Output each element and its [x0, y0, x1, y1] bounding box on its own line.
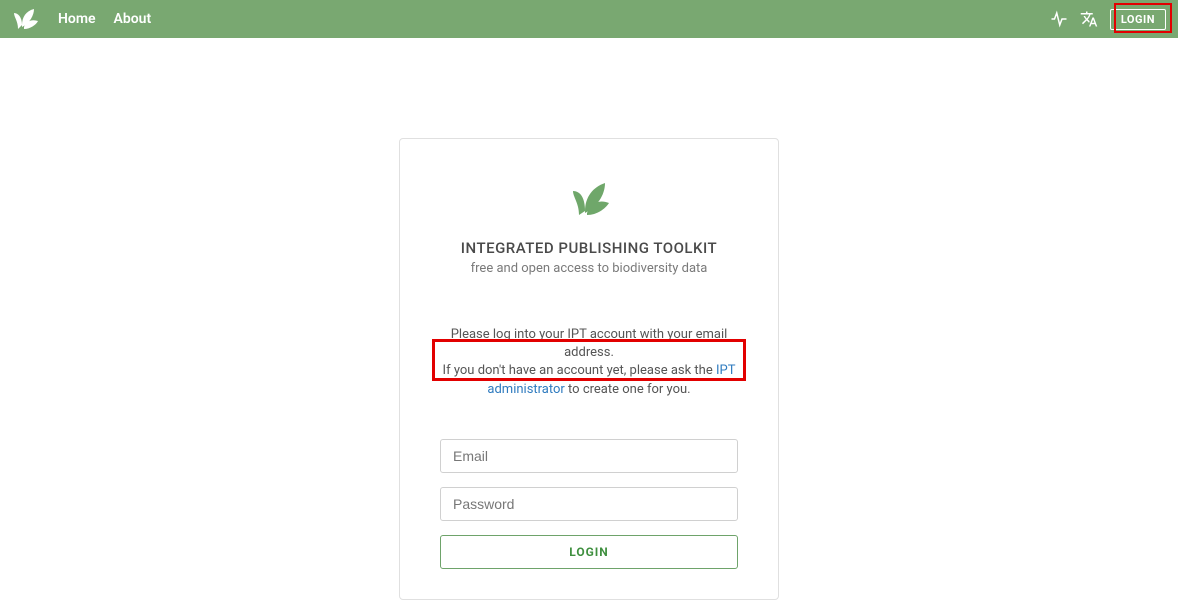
translate-icon[interactable]: [1080, 10, 1098, 28]
navbar-right: LOGIN: [1050, 9, 1166, 30]
email-input[interactable]: [440, 439, 738, 473]
health-icon[interactable]: [1050, 10, 1068, 28]
instruction-line1: Please log into your IPT account with yo…: [434, 326, 744, 362]
card-subtitle: free and open access to biodiversity dat…: [428, 261, 750, 276]
instruction-text-after: to create one for you.: [565, 382, 691, 397]
nav-about[interactable]: About: [114, 11, 152, 27]
card-leaf-logo-icon: [428, 179, 750, 221]
instruction-text-before: If you don't have an account yet, please…: [443, 363, 716, 378]
email-field-wrapper: [440, 439, 738, 473]
password-field-wrapper: [440, 487, 738, 521]
login-instructions: Please log into your IPT account with yo…: [428, 326, 750, 399]
nav-login-button[interactable]: LOGIN: [1110, 9, 1166, 30]
navbar-left: Home About: [12, 7, 151, 31]
leaf-logo-icon: [12, 7, 40, 31]
password-input[interactable]: [440, 487, 738, 521]
login-submit-button[interactable]: LOGIN: [440, 535, 738, 569]
login-card: INTEGRATED PUBLISHING TOOLKIT free and o…: [399, 138, 779, 600]
nav-links: Home About: [58, 11, 151, 27]
nav-home[interactable]: Home: [58, 11, 96, 27]
instruction-line2: If you don't have an account yet, please…: [434, 362, 744, 398]
card-title: INTEGRATED PUBLISHING TOOLKIT: [428, 239, 750, 257]
navbar: Home About LOGIN: [0, 0, 1178, 38]
